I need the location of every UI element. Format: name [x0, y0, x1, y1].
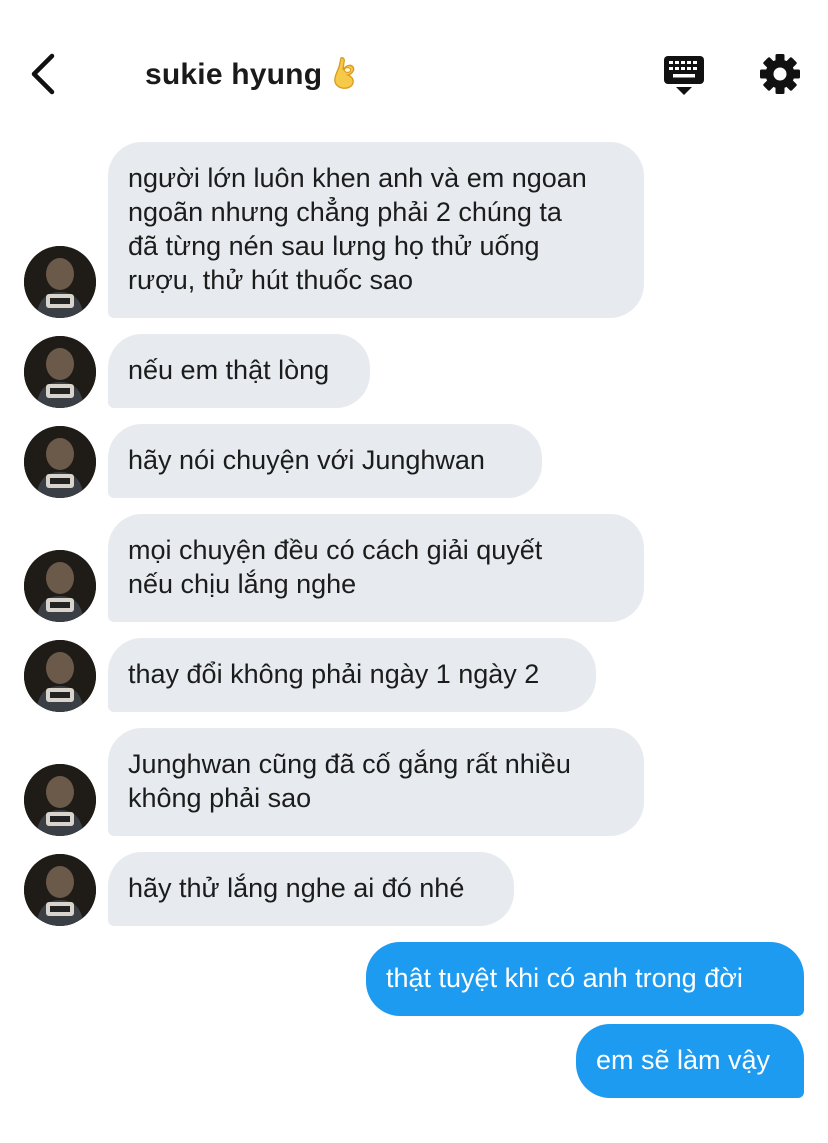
avatar[interactable] — [24, 854, 96, 926]
avatar[interactable] — [24, 550, 96, 622]
message-row-incoming: thay đổi không phải ngày 1 ngày 2 — [0, 638, 828, 712]
message-bubble-incoming[interactable]: người lớn luôn khen anh và em ngoan ngoã… — [108, 142, 644, 318]
contact-name: sukie hyung — [145, 58, 323, 91]
message-bubble-incoming[interactable]: hãy thử lắng nghe ai đó nhé — [108, 852, 514, 926]
message-row-incoming: hãy nói chuyện với Junghwan — [0, 424, 828, 498]
message-bubble-incoming[interactable]: thay đổi không phải ngày 1 ngày 2 — [108, 638, 596, 712]
message-row-incoming: hãy thử lắng nghe ai đó nhé — [0, 852, 828, 926]
avatar[interactable] — [24, 640, 96, 712]
message-bubble-incoming[interactable]: mọi chuyện đều có cách giải quyết nếu ch… — [108, 514, 644, 622]
avatar[interactable] — [24, 336, 96, 408]
message-bubble-outgoing[interactable]: thật tuyệt khi có anh trong đời — [366, 942, 804, 1016]
ok-hand-emoji — [334, 57, 355, 89]
gear-icon[interactable] — [758, 52, 802, 96]
message-bubble-outgoing[interactable]: em sẽ làm vậy — [576, 1024, 804, 1098]
message-bubble-incoming[interactable]: Junghwan cũng đã cố gắng rất nhiều không… — [108, 728, 644, 836]
message-row-incoming: mọi chuyện đều có cách giải quyết nếu ch… — [0, 514, 828, 622]
message-row-incoming: nếu em thật lòng — [0, 334, 828, 408]
chat-header: sukie hyung — [0, 0, 828, 140]
message-row-incoming: Junghwan cũng đã cố gắng rất nhiều không… — [0, 728, 828, 836]
message-bubble-incoming[interactable]: hãy nói chuyện với Junghwan — [108, 424, 542, 498]
avatar[interactable] — [24, 426, 96, 498]
contact-name-title[interactable]: sukie hyung — [145, 56, 358, 92]
avatar[interactable] — [24, 246, 96, 318]
back-arrow-icon[interactable] — [26, 52, 66, 96]
message-bubble-incoming[interactable]: nếu em thật lòng — [108, 334, 370, 408]
keyboard-icon[interactable] — [662, 54, 706, 98]
message-row-incoming: người lớn luôn khen anh và em ngoan ngoã… — [0, 142, 828, 318]
avatar[interactable] — [24, 764, 96, 836]
